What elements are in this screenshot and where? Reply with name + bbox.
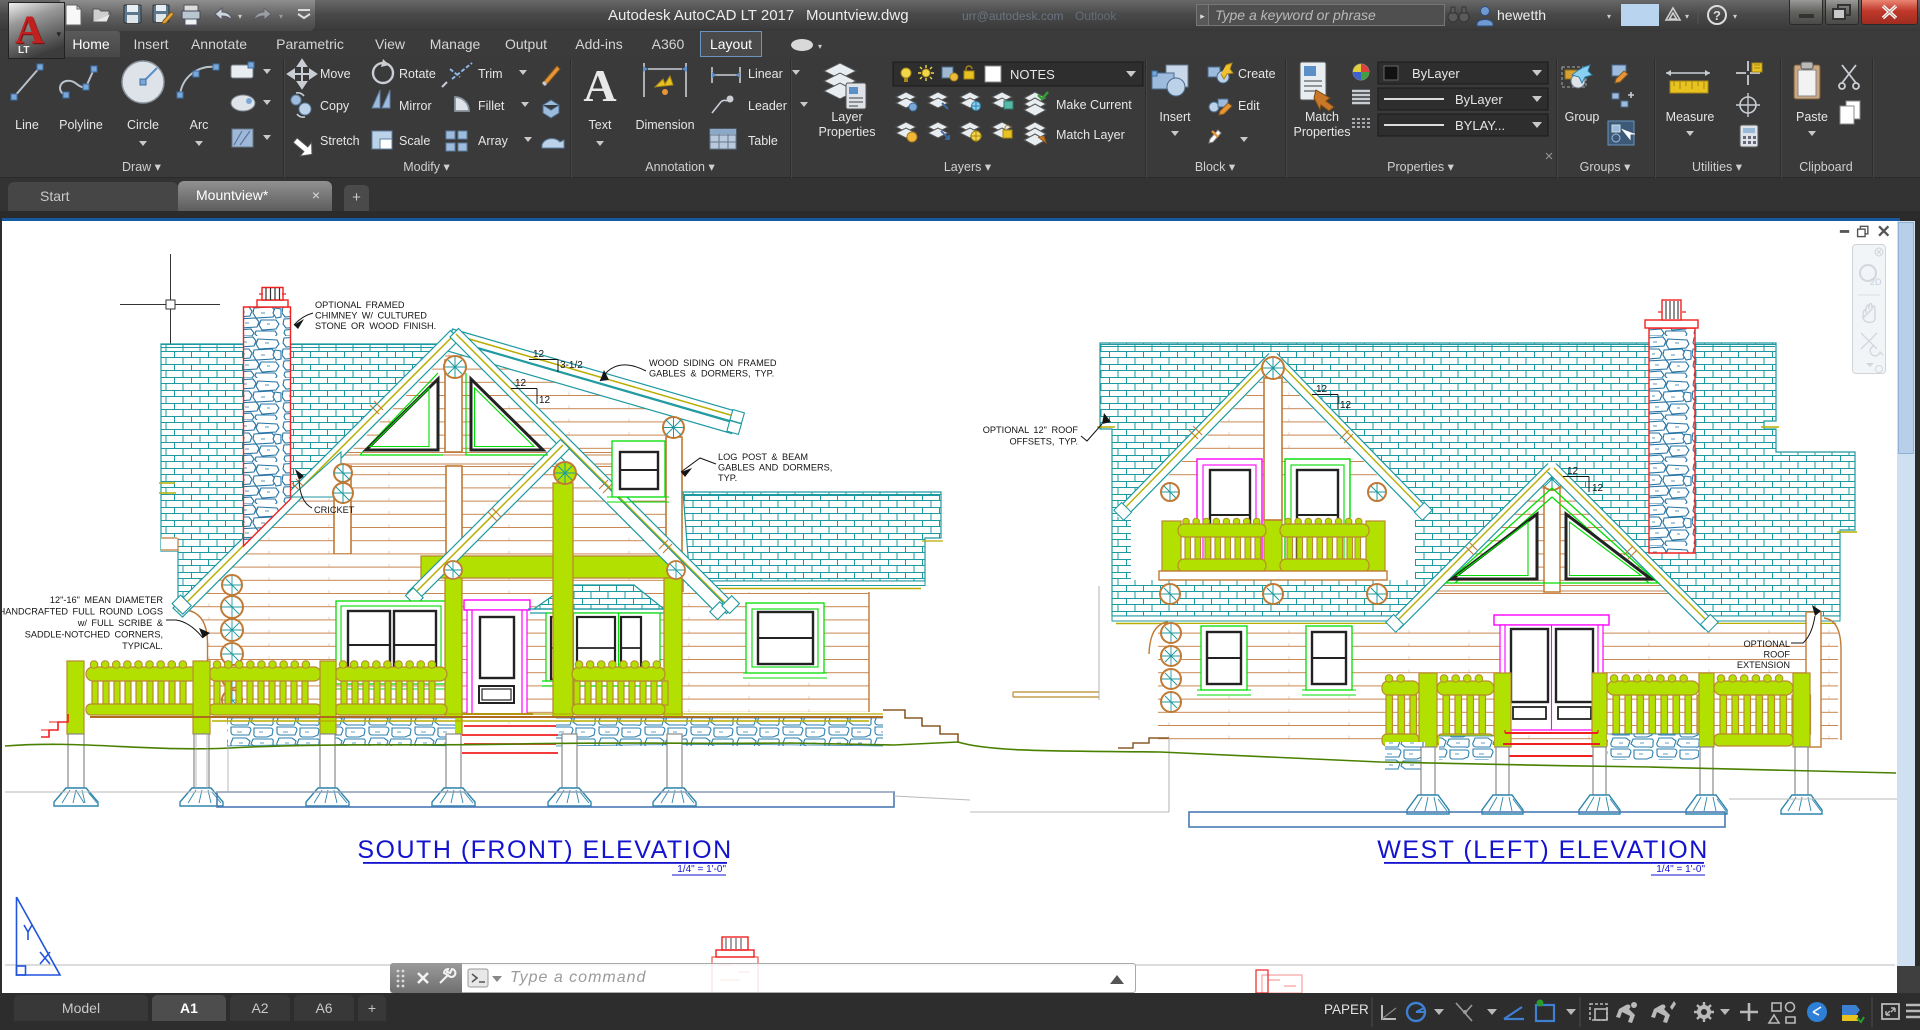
svg-text:Table: Table — [748, 134, 778, 148]
svg-text:2D: 2D — [1870, 277, 1882, 287]
svg-text:Rotate: Rotate — [399, 67, 436, 81]
svg-text:12"-16" MEAN DIAMETER: 12"-16" MEAN DIAMETER — [50, 595, 164, 605]
svg-text:WOOD SIDING ON FRAMED: WOOD SIDING ON FRAMED — [649, 358, 777, 368]
svg-text:Array: Array — [478, 134, 509, 148]
svg-text:Fillet: Fillet — [478, 99, 505, 113]
svg-text:Stretch: Stretch — [320, 134, 360, 148]
svg-text:ByLayer: ByLayer — [1412, 66, 1460, 81]
svg-text:Copy: Copy — [320, 99, 350, 113]
svg-text:Dimension: Dimension — [635, 118, 694, 132]
svg-text:▾: ▾ — [1607, 12, 1611, 21]
svg-text:CRICKET: CRICKET — [314, 505, 355, 515]
svg-text:12: 12 — [1340, 400, 1352, 411]
svg-text:ROOF: ROOF — [1763, 650, 1790, 660]
svg-text:Measure: Measure — [1666, 110, 1715, 124]
svg-text:OPTIONAL 12" ROOF: OPTIONAL 12" ROOF — [983, 425, 1079, 435]
svg-text:Polyline: Polyline — [59, 118, 103, 132]
svg-text:Scale: Scale — [399, 134, 430, 148]
svg-text:Mirror: Mirror — [399, 99, 432, 113]
svg-text:12: 12 — [539, 395, 551, 406]
svg-text:Insert: Insert — [1159, 110, 1191, 124]
svg-text:Edit: Edit — [1238, 99, 1260, 113]
svg-text:Group: Group — [1565, 110, 1600, 124]
svg-text:Paste: Paste — [1796, 110, 1828, 124]
svg-text:Trim: Trim — [478, 67, 503, 81]
svg-text:Leader: Leader — [748, 99, 787, 113]
svg-text:▾: ▾ — [279, 12, 283, 21]
svg-text:12: 12 — [515, 378, 527, 389]
svg-text:Create: Create — [1238, 67, 1276, 81]
svg-text:Make Current: Make Current — [1056, 98, 1132, 112]
svg-text:OPTIONAL FRAMED: OPTIONAL FRAMED — [315, 300, 405, 310]
svg-text:Move: Move — [320, 67, 351, 81]
svg-text:1/4" = 1'-0": 1/4" = 1'-0" — [677, 864, 726, 875]
svg-text:BYLAY...: BYLAY... — [1455, 118, 1505, 133]
svg-text:▾: ▾ — [1685, 12, 1689, 21]
svg-text:Properties: Properties — [819, 125, 876, 139]
svg-text:SOUTH (FRONT) ELEVATION: SOUTH (FRONT) ELEVATION — [357, 836, 732, 864]
svg-text:3-1/2: 3-1/2 — [560, 360, 583, 371]
svg-text:TYP.: TYP. — [718, 473, 737, 483]
svg-text:12: 12 — [1567, 466, 1579, 477]
svg-text:LOG POST & BEAM: LOG POST & BEAM — [718, 452, 808, 462]
svg-text:STONE OR WOOD FINISH.: STONE OR WOOD FINISH. — [315, 321, 436, 331]
svg-text:▾: ▾ — [818, 42, 822, 51]
svg-text:w/ FULL SCRIBE &: w/ FULL SCRIBE & — [77, 618, 163, 628]
svg-text:?: ? — [1713, 8, 1721, 23]
svg-text:GABLES & DORMERS, TYP.: GABLES & DORMERS, TYP. — [649, 369, 774, 379]
svg-text:▾: ▾ — [1733, 12, 1737, 21]
svg-text:ByLayer: ByLayer — [1455, 92, 1503, 107]
svg-text:12: 12 — [1592, 483, 1604, 494]
svg-text:Linear: Linear — [748, 67, 783, 81]
svg-text:SADDLE-NOTCHED CORNERS,: SADDLE-NOTCHED CORNERS, — [25, 630, 163, 640]
svg-text:hewetth: hewetth — [1497, 7, 1546, 23]
svg-text:TYPICAL.: TYPICAL. — [122, 641, 163, 651]
svg-text:Properties: Properties — [1294, 125, 1351, 139]
svg-text:NOTES: NOTES — [1010, 67, 1055, 82]
svg-text:HANDCRAFTED FULL ROUND LOGS: HANDCRAFTED FULL ROUND LOGS — [2, 607, 163, 617]
svg-text:OFFSETS, TYP.: OFFSETS, TYP. — [1009, 437, 1078, 447]
svg-text:GABLES AND DORMERS,: GABLES AND DORMERS, — [718, 463, 832, 473]
svg-text:1/4" = 1'-0": 1/4" = 1'-0" — [1656, 864, 1705, 875]
svg-text:Text: Text — [589, 118, 612, 132]
svg-text:12: 12 — [1316, 384, 1328, 395]
svg-text:12: 12 — [533, 349, 545, 360]
svg-text:Circle: Circle — [127, 118, 159, 132]
svg-text:OPTIONAL: OPTIONAL — [1744, 639, 1790, 649]
svg-text:Line: Line — [15, 118, 39, 132]
svg-text:WEST (LEFT) ELEVATION: WEST (LEFT) ELEVATION — [1377, 836, 1709, 864]
svg-text:A: A — [583, 60, 616, 111]
svg-text:CHIMNEY W/ CULTURED: CHIMNEY W/ CULTURED — [315, 311, 427, 321]
svg-text:Match: Match — [1305, 110, 1339, 124]
svg-text:Layer: Layer — [831, 110, 862, 124]
svg-text:▾: ▾ — [238, 12, 242, 21]
svg-text:Match Layer: Match Layer — [1056, 128, 1125, 142]
svg-text:EXTENSION: EXTENSION — [1737, 660, 1790, 670]
svg-text:Arc: Arc — [190, 118, 209, 132]
